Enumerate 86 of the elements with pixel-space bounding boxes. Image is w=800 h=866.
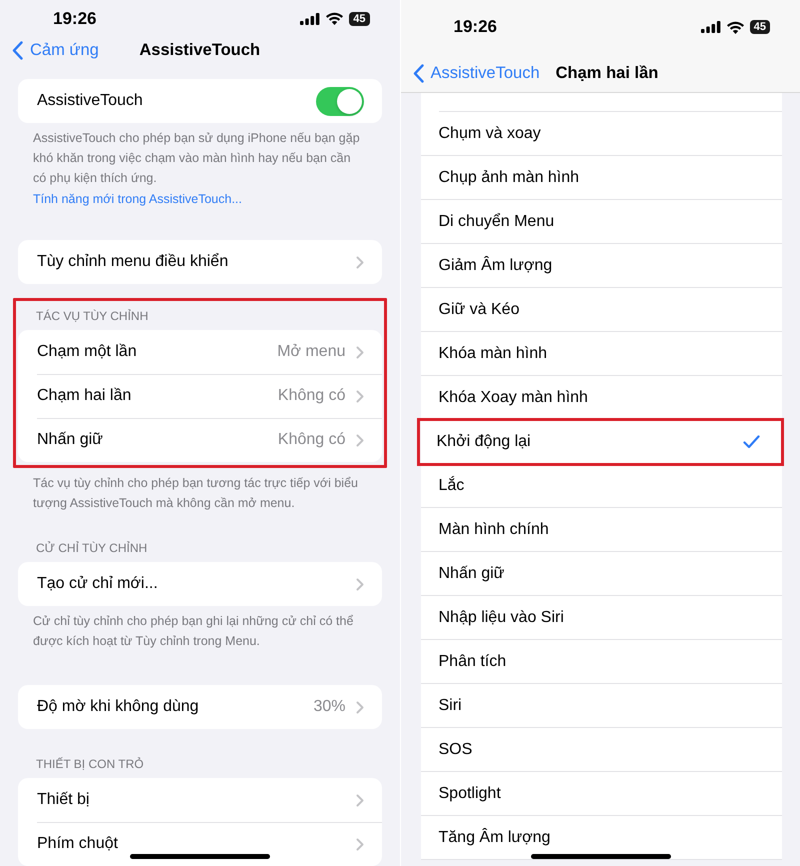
settings-row[interactable]: Chạm hai lần Không có <box>18 374 382 418</box>
section-header: TÁC VỤ TÙY CHỈNH <box>35 309 150 325</box>
row-label: Nhấn giữ <box>37 431 104 449</box>
option-label: Khóa màn hình <box>438 344 548 362</box>
battery-level: 45 <box>349 12 370 26</box>
back-chevron-icon <box>12 41 23 60</box>
option-row[interactable]: Phân tích <box>420 640 782 684</box>
option-label: Khóa Xoay màn hình <box>438 388 588 406</box>
settings-row[interactable]: Thiết bị <box>18 778 382 822</box>
option-label: Tăng Âm lượng <box>438 828 550 846</box>
row-value: Không có <box>278 387 346 405</box>
wifi-icon <box>326 12 344 26</box>
option-label: Lắc <box>438 476 464 494</box>
chevron-icon <box>356 256 364 268</box>
chevron-icon <box>356 794 364 806</box>
option-row[interactable]: Nhập liệu vào Siri <box>420 596 782 640</box>
option-row[interactable]: Siri <box>420 684 782 728</box>
settings-row[interactable]: AssistiveTouch <box>18 79 382 123</box>
back-button[interactable]: Cảm ứng <box>12 41 99 60</box>
chevron-icon <box>356 700 364 714</box>
option-row[interactable]: Di chuyển Menu <box>420 200 782 244</box>
chevron-icon <box>356 390 364 402</box>
section-header: CỬ CHỈ TÙY CHỈNH <box>35 541 148 557</box>
chevron-icon <box>356 346 364 358</box>
status-time: 19:26 <box>454 17 497 37</box>
settings-row[interactable]: Phím chuột <box>18 822 382 866</box>
option-label: Giữ và Kéo <box>438 300 520 318</box>
row-label: Thiết bị <box>37 791 90 809</box>
option-label: Màn hình chính <box>438 520 549 538</box>
row-label: Tùy chỉnh menu điều khiển <box>37 253 230 271</box>
option-row[interactable]: Giảm Âm lượng <box>420 244 782 288</box>
chevron-icon <box>356 578 364 590</box>
status-time: 19:26 <box>53 8 96 29</box>
option-row[interactable]: Khóa Xoay màn hình <box>420 376 782 420</box>
option-label: Nhấn giữ <box>438 564 504 582</box>
option-label: Chụm và xoay <box>438 124 541 142</box>
section-footer: AssistiveTouch cho phép bạn sử dụng iPhone nếu bạn gặp khó khăn trong việc chạm vào màn hình hay nếu bạn cần có phụ kiện thích ứng. <box>18 123 382 188</box>
option-label: SOS <box>438 740 472 758</box>
row-value: 30% <box>313 698 346 716</box>
battery-level: 45 <box>750 20 770 34</box>
section-footer: Tác vụ tùy chỉnh cho phép bạn tương tác trực tiếp với biểu tượng AssistiveTouch mà không cần mở menu. <box>18 468 382 513</box>
back-button[interactable]: AssistiveTouch <box>412 64 540 82</box>
settings-row[interactable]: Tạo cử chỉ mới... <box>18 562 382 606</box>
option-row[interactable]: Chụm và xoay <box>420 112 782 156</box>
chevron-icon <box>356 434 364 446</box>
section-header: THIẾT BỊ CON TRỎ <box>35 757 145 773</box>
chevron-icon <box>356 838 364 850</box>
option-row[interactable]: Spotlight <box>420 772 782 816</box>
row-label: Phím chuột <box>37 835 119 853</box>
row-label: AssistiveTouch <box>37 92 144 110</box>
back-chevron-icon <box>412 64 424 82</box>
option-label: Siri <box>438 696 462 714</box>
option-row[interactable]: SOS <box>420 728 782 772</box>
option-label: Khởi động lại <box>436 432 531 450</box>
row-value: Không có <box>278 431 346 449</box>
footer-link[interactable]: Tính năng mới trong AssistiveTouch... <box>18 188 382 206</box>
option-label: Chụp ảnh màn hình <box>438 168 580 186</box>
toggle-switch[interactable] <box>316 86 364 116</box>
option-row[interactable]: Giữ và Kéo <box>420 288 782 332</box>
option-row[interactable]: Khởi động lại <box>418 420 782 464</box>
option-row[interactable]: Lắc <box>420 464 782 508</box>
option-label: Spotlight <box>438 784 501 802</box>
settings-row[interactable]: Nhấn giữ Không có <box>18 418 382 462</box>
row-label: Tạo cử chỉ mới... <box>37 575 159 593</box>
row-label: Chạm hai lần <box>37 387 132 405</box>
option-row[interactable]: Khóa màn hình <box>420 332 782 376</box>
row-label: Chạm một lần <box>37 343 138 361</box>
option-label: Phân tích <box>438 652 506 670</box>
row-value: Mở menu <box>277 343 346 361</box>
option-row[interactable]: Chụp ảnh màn hình <box>420 156 782 200</box>
settings-row[interactable]: Tùy chỉnh menu điều khiển <box>18 240 382 284</box>
checkmark-icon <box>743 434 760 448</box>
signal-icon <box>700 21 721 33</box>
option-row[interactable]: Nhấn giữ <box>420 552 782 596</box>
nav-title: Chạm hai lần <box>556 64 658 82</box>
signal-icon <box>300 12 320 25</box>
row-label: Độ mờ khi không dùng <box>37 698 200 716</box>
settings-row[interactable]: Độ mờ khi không dùng 30% <box>18 685 382 729</box>
section-footer: Cử chỉ tùy chỉnh cho phép bạn ghi lại những cử chỉ có thể được kích hoạt từ Tùy chỉnh trong Menu. <box>18 606 382 651</box>
option-label: Nhập liệu vào Siri <box>438 608 564 626</box>
settings-row[interactable]: Chạm một lần Mở menu <box>18 330 382 374</box>
option-label: Di chuyển Menu <box>438 212 554 230</box>
wifi-icon <box>726 20 744 34</box>
option-label: Giảm Âm lượng <box>438 256 552 274</box>
option-row[interactable]: Màn hình chính <box>420 508 782 552</box>
nav-title: AssistiveTouch <box>139 41 260 60</box>
